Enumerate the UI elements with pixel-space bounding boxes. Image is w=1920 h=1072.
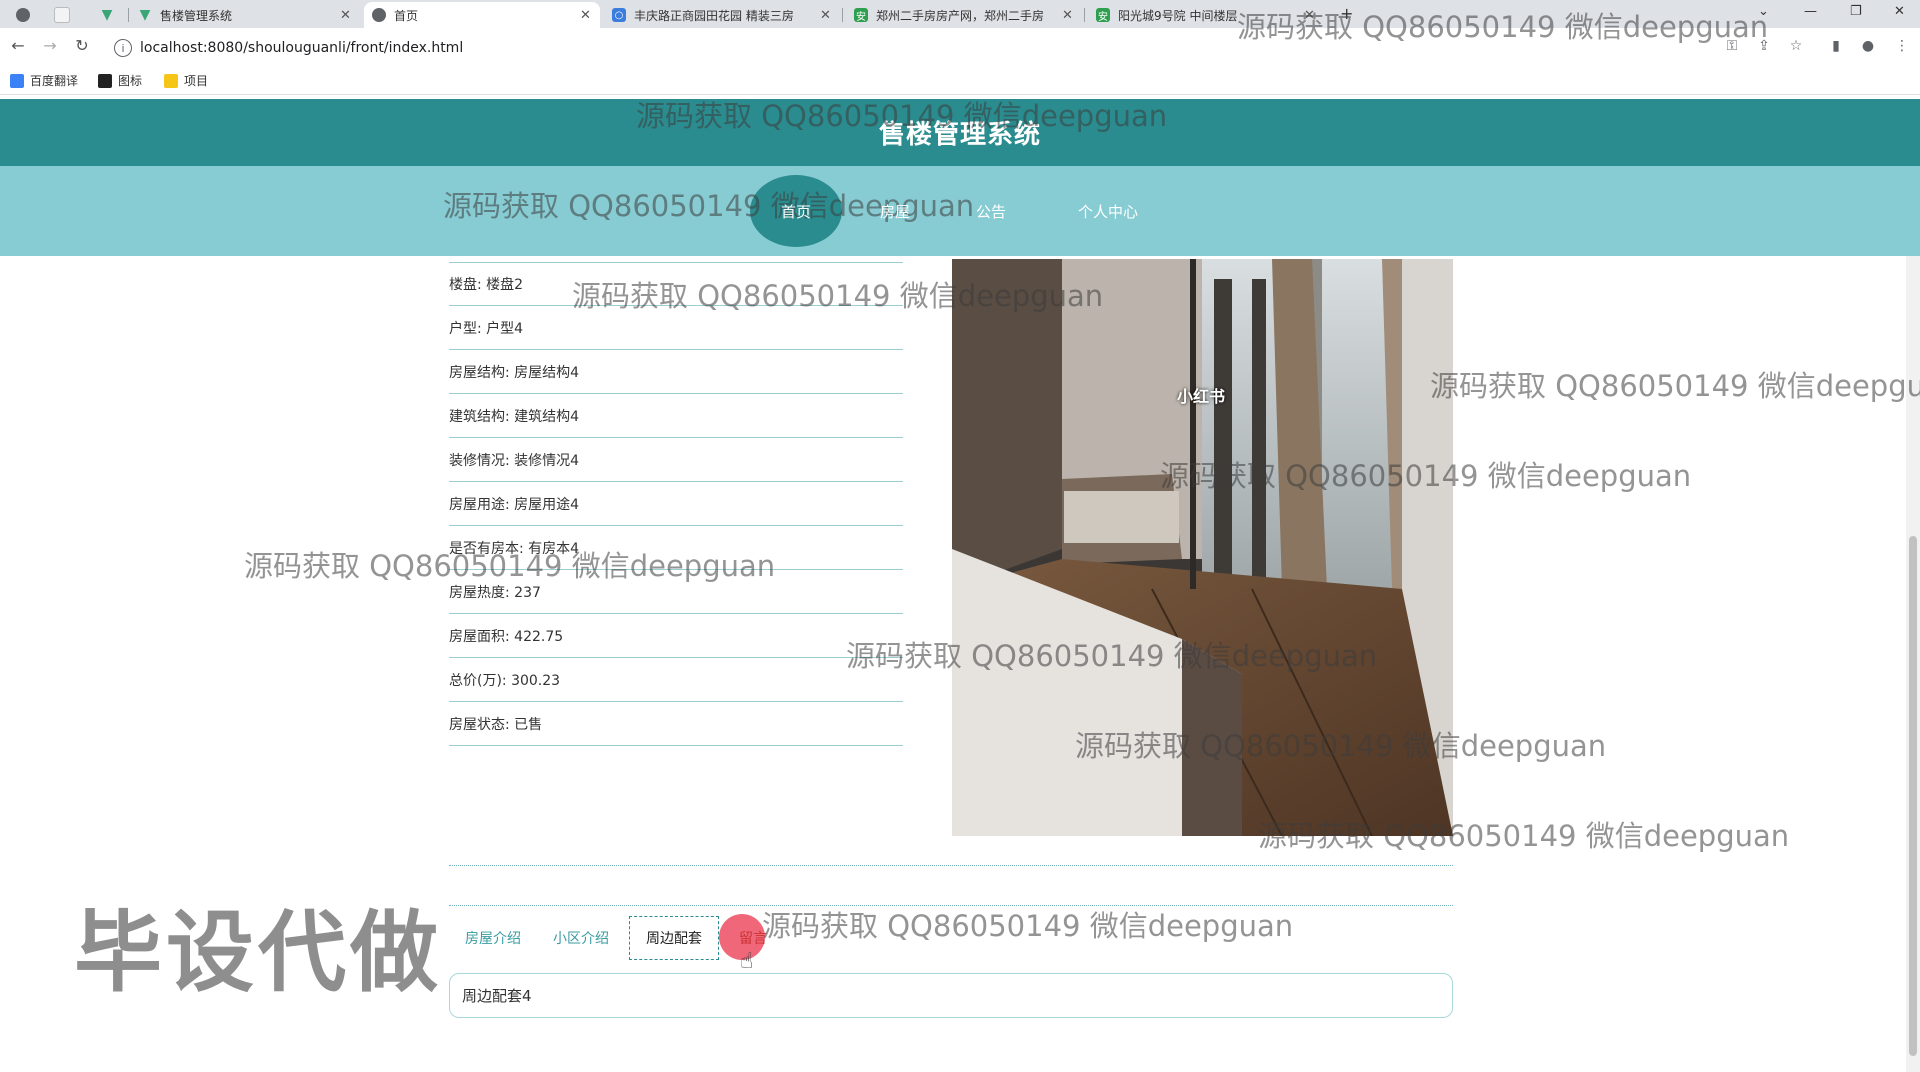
browser-tab-pinned-2[interactable] [46, 2, 82, 28]
house-detail-list: 楼盘: 楼盘2 户型: 户型4 房屋结构: 房屋结构4 建筑结构: 建筑结构4 … [449, 262, 903, 746]
browser-tab-bar: ▼ ▼ 售楼管理系统 ✕ 首页 ✕ ○ 丰庆路正商园田花园 精装三房 ✕ 安 郑… [0, 0, 1920, 28]
anjuke-icon: 安 [1096, 8, 1110, 23]
back-arrow-icon[interactable]: ← [6, 36, 30, 55]
scrollbar-thumb[interactable] [1909, 536, 1917, 1056]
detail-row-building-structure: 建筑结构: 建筑结构4 [449, 394, 903, 438]
blank-page-icon [54, 7, 70, 23]
bookmark-icons[interactable]: 图标 [98, 72, 142, 89]
detail-row-property-certificate: 是否有房本: 有房本4 [449, 526, 903, 570]
tab-surrounding-facilities[interactable]: 周边配套 [629, 916, 719, 960]
browser-toolbar: ← → ↻ i localhost:8080/shoulouguanli/fro… [0, 28, 1920, 68]
detail-row-popularity: 房屋热度: 237 [449, 570, 903, 614]
detail-row-area: 房屋面积: 422.75 [449, 614, 903, 658]
tab-messages-label: 留言 [739, 931, 767, 947]
bookmark-project-folder[interactable]: 项目 [164, 72, 208, 89]
nav-houses[interactable]: 房屋 [860, 166, 930, 256]
url-text: localhost:8080/shoulouguanli/front/index… [140, 40, 464, 56]
bookmark-label: 图标 [118, 74, 143, 88]
bookmark-star-icon[interactable]: ☆ [1786, 38, 1806, 54]
browser-tab-listing-1[interactable]: ○ 丰庆路正商园田花园 精装三房 ✕ [604, 2, 840, 28]
tab-community-intro-label: 小区介绍 [553, 931, 609, 947]
site-title: 售楼管理系统 [878, 120, 1041, 150]
restore-button[interactable]: ❐ [1850, 4, 1862, 19]
side-panel-icon[interactable]: ▮ [1826, 38, 1846, 54]
nav-home-label: 首页 [780, 202, 811, 221]
forward-arrow-icon[interactable]: → [38, 36, 62, 55]
browser-tab-admin[interactable]: ▼ 售楼管理系统 ✕ [130, 2, 360, 28]
watermark-big-text: 毕设代做 [74, 901, 443, 1004]
folder-icon [164, 73, 178, 88]
page-scrollbar[interactable] [1906, 256, 1920, 1072]
detail-row-layout: 户型: 户型4 [449, 306, 903, 350]
house-photo: 小红书 [952, 259, 1453, 836]
browser-tab-listing-3[interactable]: 安 阳光城9号院 中间楼层 ✕ [1088, 2, 1324, 28]
close-window-button[interactable]: ✕ [1894, 4, 1905, 19]
image-icon [98, 73, 112, 88]
detail-row-total-price: 总价(万): 300.23 [449, 658, 903, 702]
browser-tab-pinned-3[interactable]: ▼ [92, 2, 126, 28]
nav-announcements[interactable]: 公告 [956, 166, 1026, 256]
browser-tab-pinned-1[interactable] [8, 2, 42, 28]
browser-tab-label: 郑州二手房房产网，郑州二手房 [876, 8, 1045, 23]
hand-pointer-cursor-icon: ☝ [740, 949, 754, 974]
tab-house-intro-label: 房屋介绍 [465, 931, 521, 947]
close-icon[interactable]: ✕ [580, 8, 592, 23]
browser-tab-home[interactable]: 首页 ✕ [364, 2, 600, 28]
bookmarks-bar: 百度翻译 图标 项目 [0, 68, 1920, 95]
detail-row-house-structure: 房屋结构: 房屋结构4 [449, 350, 903, 394]
room-photo-illustration [952, 259, 1453, 836]
key-icon[interactable]: ⚿ [1722, 38, 1742, 54]
new-tab-button[interactable]: + [1340, 4, 1353, 23]
close-icon[interactable]: ✕ [340, 8, 352, 23]
share-icon[interactable]: ⇪ [1754, 38, 1774, 54]
bookmark-label: 百度翻译 [30, 74, 79, 88]
profile-icon[interactable]: ● [1858, 38, 1878, 54]
bookmark-label: 项目 [184, 74, 209, 88]
site-info-icon[interactable]: i [114, 39, 132, 57]
tab-community-intro[interactable]: 小区介绍 [537, 916, 625, 960]
anjuke-icon: 安 [854, 8, 868, 23]
site-nav: 首页 房屋 公告 个人中心 [0, 166, 1920, 256]
detail-row-decoration: 装修情况: 装修情况4 [449, 438, 903, 482]
browser-tab-label: 首页 [394, 8, 419, 23]
nav-personal-center[interactable]: 个人中心 [1060, 166, 1156, 256]
tab-house-intro[interactable]: 房屋介绍 [449, 916, 537, 960]
browser-tab-label: 丰庆路正商园田花园 精装三房 [634, 8, 794, 23]
detail-tabs: 房屋介绍 小区介绍 周边配套 留言 [449, 914, 783, 960]
nav-announcements-label: 公告 [975, 202, 1006, 221]
vue-logo-icon: ▼ [101, 7, 113, 23]
globe-icon [16, 8, 30, 22]
menu-kebab-icon[interactable]: ⋮ [1892, 38, 1912, 54]
browser-tab-label: 售楼管理系统 [160, 8, 233, 23]
watermark-text: 源码获取 QQ86050149 微信deepguan [762, 909, 1294, 943]
vue-logo-icon: ▼ [139, 7, 151, 23]
section-divider [449, 905, 1453, 906]
detail-row-status: 房屋状态: 已售 [449, 702, 903, 746]
minimize-button[interactable]: — [1804, 4, 1817, 19]
site-favicon-icon: ○ [612, 8, 626, 22]
tab-content-panel: 周边配套4 [449, 973, 1453, 1018]
nav-houses-label: 房屋 [879, 202, 910, 221]
site-header: 售楼管理系统 [0, 99, 1920, 166]
address-bar[interactable]: i localhost:8080/shoulouguanli/front/ind… [104, 34, 1704, 62]
detail-row-usage: 房屋用途: 房屋用途4 [449, 482, 903, 526]
section-divider [449, 865, 1453, 866]
reload-icon[interactable]: ↻ [70, 36, 94, 55]
nav-personal-center-label: 个人中心 [1077, 202, 1138, 221]
tab-content-text: 周边配套4 [462, 987, 532, 1005]
browser-tab-label: 阳光城9号院 中间楼层 [1118, 8, 1238, 23]
bookmark-baidu-translate[interactable]: 百度翻译 [10, 72, 78, 89]
close-icon[interactable]: ✕ [1304, 8, 1316, 23]
nav-home[interactable]: 首页 [750, 166, 842, 256]
browser-tab-listing-2[interactable]: 安 郑州二手房房产网，郑州二手房 ✕ [846, 2, 1082, 28]
close-icon[interactable]: ✕ [1062, 8, 1074, 23]
detail-row-building: 楼盘: 楼盘2 [449, 262, 903, 306]
tab-search-icon[interactable]: ⌄ [1758, 4, 1769, 19]
close-icon[interactable]: ✕ [820, 8, 832, 23]
translate-icon [10, 73, 24, 88]
globe-icon [372, 8, 386, 22]
photo-watermark-label: 小红书 [1177, 387, 1226, 406]
watermark-text: 源码获取 QQ86050149 微信deepguan [1430, 369, 1920, 403]
tab-surrounding-facilities-label: 周边配套 [646, 931, 702, 947]
